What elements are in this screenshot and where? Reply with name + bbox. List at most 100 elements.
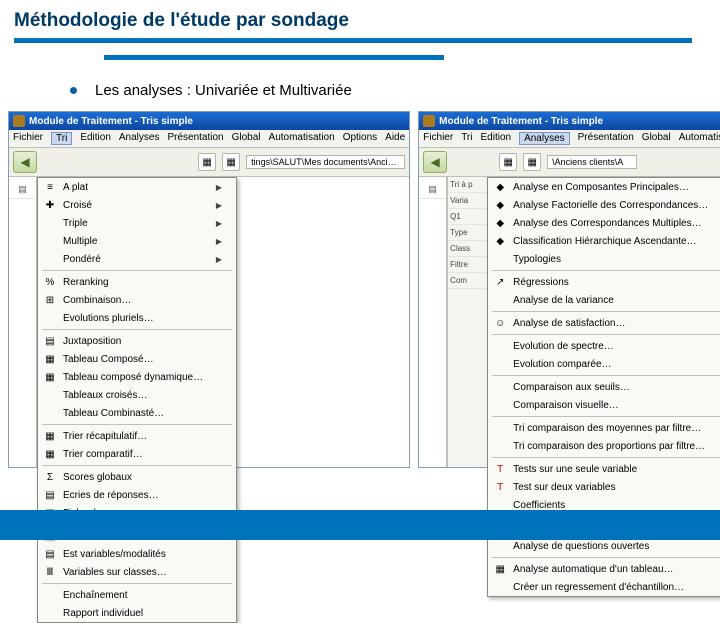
panel-row[interactable]: Q1	[448, 209, 487, 225]
footer-bar	[0, 510, 720, 540]
menu-item[interactable]: ◆Analyse en Composantes Principales…	[488, 178, 720, 196]
menu-item-label: Reranking	[63, 277, 109, 288]
menu-item[interactable]: Typologies	[488, 250, 720, 268]
menu-item[interactable]: ▤Juxtaposition	[38, 332, 236, 350]
menu-item-icon	[492, 580, 508, 594]
menu-global[interactable]: Global	[642, 132, 671, 145]
panel-row[interactable]: Varia	[448, 193, 487, 209]
menu-global[interactable]: Global	[232, 132, 261, 145]
menu-item[interactable]: Comparaison aux seuils…	[488, 378, 720, 396]
menu-item-label: Typologies	[513, 254, 561, 265]
menu-options[interactable]: Options	[343, 132, 377, 145]
tool-icon[interactable]: ▦	[198, 153, 216, 171]
menu-item[interactable]: ⅢVariables sur classes…	[38, 563, 236, 581]
menu-item[interactable]: ✚Croisé▶	[38, 196, 236, 214]
tri-menu-dropdown[interactable]: ≡A plat▶✚Croisé▶Triple▶Multiple▶Pondéré▶…	[37, 177, 237, 623]
menu-item[interactable]: ▦Tableau Composé…	[38, 350, 236, 368]
gutter-icon[interactable]: ▤	[9, 181, 36, 199]
left-menubar[interactable]: Fichier Tri Edition Analyses Présentation Glo…	[9, 130, 409, 148]
menu-item[interactable]: ΣScores globaux	[38, 468, 236, 486]
menu-item-label: Classification Hiérarchique Ascendante…	[513, 236, 696, 247]
gutter-icon[interactable]: ▤	[419, 181, 446, 199]
menu-item[interactable]: Tri comparaison des proportions par filt…	[488, 437, 720, 455]
menu-item[interactable]: ◆Analyse des Correspondances Multiples…	[488, 214, 720, 232]
menu-item-label: Juxtaposition	[63, 336, 121, 347]
menu-item[interactable]: ◆Analyse Factorielle des Correspondances…	[488, 196, 720, 214]
slide-title: Méthodologie de l'étude par sondage	[14, 10, 692, 43]
menu-fichier[interactable]: Fichier	[423, 132, 453, 145]
menu-item[interactable]: Evolutions pluriels…	[38, 309, 236, 327]
address-bar[interactable]: \Anciens clients\A	[547, 155, 637, 169]
right-gutter: ▤	[419, 177, 447, 467]
menu-analyses[interactable]: Analyses	[119, 132, 160, 145]
submenu-arrow-icon: ▶	[216, 237, 222, 246]
tool-icon[interactable]: ▦	[523, 153, 541, 171]
panel-row[interactable]: Tri à p	[448, 177, 487, 193]
menu-item-icon	[492, 421, 508, 435]
menu-item[interactable]: ≡A plat▶	[38, 178, 236, 196]
menu-item[interactable]: ▤Est variables/modalités	[38, 545, 236, 563]
back-button[interactable]: ◀	[423, 151, 447, 173]
menu-item[interactable]: ◆Classification Hiérarchique Ascendante…	[488, 232, 720, 250]
menu-item[interactable]: Créer un regressement d'échantillon…	[488, 578, 720, 596]
menu-item[interactable]: Comparaison visuelle…	[488, 396, 720, 414]
menu-item-icon	[42, 588, 58, 602]
menu-item-icon	[492, 293, 508, 307]
menu-item[interactable]: Pondéré▶	[38, 250, 236, 268]
menu-item-label: Tri comparaison des moyennes par filtre…	[513, 423, 701, 434]
menu-separator	[42, 329, 232, 330]
menu-présentation[interactable]: Présentation	[167, 132, 223, 145]
menu-item-label: Analyse en Composantes Principales…	[513, 182, 689, 193]
panel-row[interactable]: Type	[448, 225, 487, 241]
back-button[interactable]: ◀	[13, 151, 37, 173]
menu-item[interactable]: ▤Ecries de réponses…	[38, 486, 236, 504]
menu-item[interactable]: Multiple▶	[38, 232, 236, 250]
menu-item[interactable]: Rapport individuel	[38, 604, 236, 622]
menu-item[interactable]: Tri comparaison des moyennes par filtre…	[488, 419, 720, 437]
menu-item[interactable]: ⊞Combinaison…	[38, 291, 236, 309]
menu-item[interactable]: ▦Trier comparatif…	[38, 445, 236, 463]
menu-item-label: Coefficients	[513, 500, 565, 511]
right-menubar[interactable]: Fichier Tri Edition Analyses Présentation Glo…	[419, 130, 720, 148]
menu-item[interactable]: ☺ Analyse de satisfaction…	[488, 314, 720, 332]
menu-item-icon	[492, 398, 508, 412]
menu-item-icon	[42, 606, 58, 620]
menu-edition[interactable]: Edition	[80, 132, 111, 145]
tool-icon[interactable]: ▦	[222, 153, 240, 171]
menu-item-label: Analyse de satisfaction…	[513, 318, 625, 329]
menu-item-icon: ☺	[492, 316, 508, 330]
menu-item[interactable]: ▦Analyse automatique d'un tableau…	[488, 560, 720, 578]
menu-item[interactable]: Analyse de la variance	[488, 291, 720, 309]
menu-fichier[interactable]: Fichier	[13, 132, 43, 145]
menu-item[interactable]: %Reranking	[38, 273, 236, 291]
menu-item[interactable]: ▦Tableau composé dynamique…	[38, 368, 236, 386]
menu-item[interactable]: Evolution comparée…	[488, 355, 720, 373]
menu-item-icon: ⊞	[42, 293, 58, 307]
menu-analyses[interactable]: Analyses	[519, 132, 570, 145]
panel-row[interactable]: Com	[448, 273, 487, 289]
menu-item-icon	[42, 388, 58, 402]
menu-aide[interactable]: Aide	[385, 132, 405, 145]
panel-row[interactable]: Filtre	[448, 257, 487, 273]
left-title-text: Module de Traitement - Tris simple	[29, 116, 193, 127]
menu-tri[interactable]: Tri	[51, 132, 72, 145]
menu-item[interactable]: TTests sur une seule variable▶	[488, 460, 720, 478]
menu-item-label: Scores globaux	[63, 472, 132, 483]
menu-item[interactable]: Triple▶	[38, 214, 236, 232]
menu-item[interactable]: ▦Trier récapitulatif…	[38, 427, 236, 445]
menu-item[interactable]: Enchaînement	[38, 586, 236, 604]
menu-tri[interactable]: Tri	[461, 132, 472, 145]
tool-icon[interactable]: ▦	[499, 153, 517, 171]
menu-item-label: Test sur deux variables	[513, 482, 615, 493]
menu-automatisation[interactable]: Automatisation	[269, 132, 335, 145]
menu-item[interactable]: Tableaux croisés…	[38, 386, 236, 404]
menu-item[interactable]: Tableau Combinasté…	[38, 404, 236, 422]
menu-edition[interactable]: Edition	[480, 132, 511, 145]
menu-item[interactable]: ↗Régressions▶	[488, 273, 720, 291]
menu-item[interactable]: TTest sur deux variables▶	[488, 478, 720, 496]
menu-automatisation[interactable]: Automatisation	[679, 132, 720, 145]
menu-présentation[interactable]: Présentation	[578, 132, 634, 145]
panel-row[interactable]: Class	[448, 241, 487, 257]
menu-item[interactable]: Evolution de spectre…	[488, 337, 720, 355]
address-bar[interactable]: tings\SALUT\Mes documents\Anciens client…	[246, 155, 405, 169]
